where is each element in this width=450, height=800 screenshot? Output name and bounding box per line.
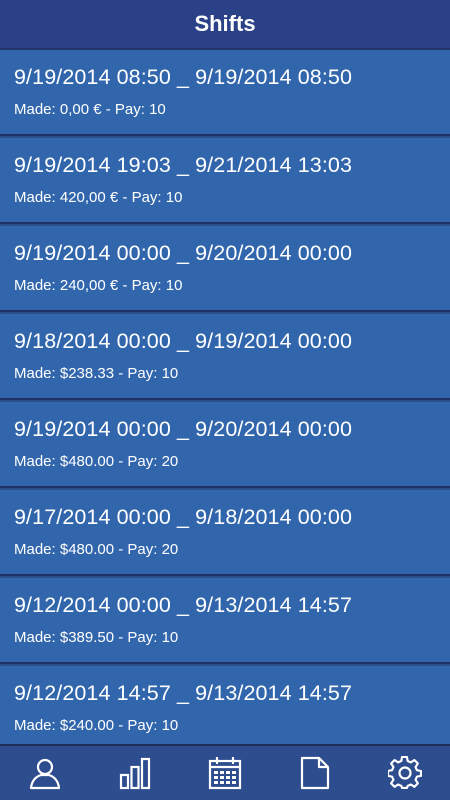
- tab-reports[interactable]: [285, 748, 345, 798]
- shift-item[interactable]: 9/12/2014 00:00 _ 9/13/2014 14:57 Made: …: [0, 578, 450, 664]
- shift-item[interactable]: 9/18/2014 00:00 _ 9/19/2014 00:00 Made: …: [0, 314, 450, 400]
- tab-settings[interactable]: [375, 748, 435, 798]
- page-title: Shifts: [194, 11, 256, 36]
- shift-dates: 9/12/2014 14:57 _ 9/13/2014 14:57: [14, 681, 353, 705]
- shift-dates: 9/12/2014 00:00 _ 9/13/2014 14:57: [14, 593, 353, 617]
- shift-summary: Made: 420,00 € - Pay: 10: [14, 189, 183, 206]
- shift-item[interactable]: 9/19/2014 08:50 _ 9/19/2014 08:50 Made: …: [0, 50, 450, 136]
- shift-dates: 9/18/2014 00:00 _ 9/19/2014 00:00: [14, 329, 353, 353]
- shift-item[interactable]: 9/19/2014 19:03 _ 9/21/2014 13:03 Made: …: [0, 138, 450, 224]
- shift-summary: Made: $389.50 - Pay: 10: [14, 629, 179, 646]
- shift-summary: Made: $238.33 - Pay: 10: [14, 365, 179, 382]
- tab-statistics[interactable]: [105, 748, 165, 798]
- tab-profile[interactable]: [15, 748, 75, 798]
- shift-item[interactable]: 9/19/2014 00:00 _ 9/20/2014 00:00 Made: …: [0, 226, 450, 312]
- bar-chart-icon: [119, 757, 151, 790]
- document-icon: [300, 756, 330, 790]
- shift-item[interactable]: 9/12/2014 14:57 _ 9/13/2014 14:57 Made: …: [0, 666, 450, 744]
- calendar-icon: [208, 757, 242, 790]
- app-header: Shifts: [0, 0, 450, 50]
- shift-summary: Made: $480.00 - Pay: 20: [14, 453, 179, 470]
- tab-calendar[interactable]: [195, 748, 255, 798]
- shift-dates: 9/19/2014 00:00 _ 9/20/2014 00:00: [14, 241, 353, 265]
- shift-summary: Made: 0,00 € - Pay: 10: [14, 101, 166, 118]
- bottom-tab-bar: [0, 744, 450, 800]
- shift-item[interactable]: 9/19/2014 00:00 _ 9/20/2014 00:00 Made: …: [0, 402, 450, 488]
- shift-list[interactable]: 9/19/2014 08:50 _ 9/19/2014 08:50 Made: …: [0, 50, 450, 744]
- shift-dates: 9/19/2014 19:03 _ 9/21/2014 13:03: [14, 153, 353, 177]
- gear-icon: [388, 756, 422, 790]
- shift-dates: 9/19/2014 00:00 _ 9/20/2014 00:00: [14, 417, 353, 441]
- shift-summary: Made: $240.00 - Pay: 10: [14, 717, 179, 734]
- profile-icon: [29, 758, 61, 790]
- shift-summary: Made: $480.00 - Pay: 20: [14, 541, 179, 558]
- shift-dates: 9/17/2014 00:00 _ 9/18/2014 00:00: [14, 505, 353, 529]
- shift-dates: 9/19/2014 08:50 _ 9/19/2014 08:50: [14, 65, 353, 89]
- shift-item[interactable]: 9/17/2014 00:00 _ 9/18/2014 00:00 Made: …: [0, 490, 450, 576]
- shift-summary: Made: 240,00 € - Pay: 10: [14, 277, 183, 294]
